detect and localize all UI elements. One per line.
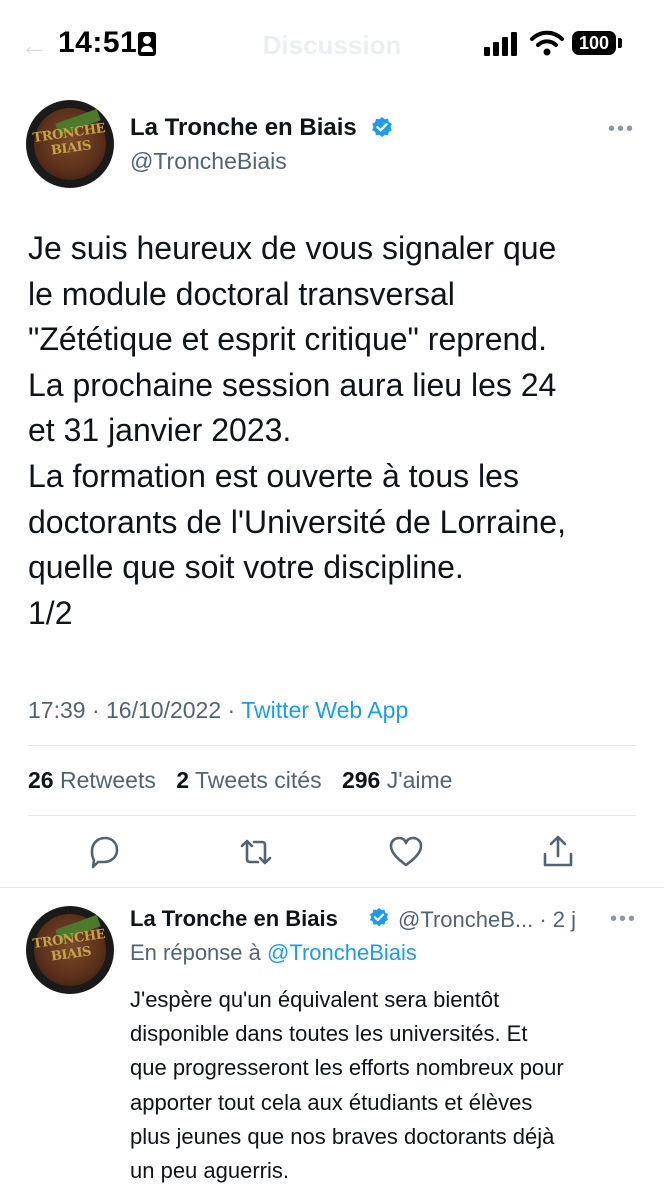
in-reply-mention-link[interactable]: @TroncheBiais [267,940,417,965]
more-options-icon[interactable]: ••• [608,118,635,141]
in-reply-prefix: En réponse à [130,940,261,965]
meta-separator: · [91,697,100,723]
author-avatar[interactable]: TRONCHE BIAIS [26,100,114,188]
like-icon[interactable] [386,832,426,872]
quotes-label: Tweets cités [195,767,322,793]
tweet-date: 16/10/2022 [106,697,222,723]
tweet-text: Je suis heureux de vous signaler que le … [28,230,566,631]
reply-author-handle[interactable]: @TroncheB... · 2 j [398,907,576,933]
divider [0,887,664,888]
retweets-label: Retweets [59,767,156,793]
retweets-stat[interactable]: 26 Retweets [28,767,156,793]
likes-label: J'aime [386,767,453,793]
reply-author-name[interactable]: La Tronche en Biais [130,906,338,932]
battery-icon: 100 [572,31,616,55]
reply-text: J'espère qu'un équivalent sera bientôt d… [130,987,564,1184]
reply-handle-text: @TroncheB... [398,907,534,932]
reply-icon[interactable] [84,832,124,872]
tweet-source-link[interactable]: Twitter Web App [241,697,408,723]
quotes-count: 2 [176,767,190,793]
retweet-icon[interactable] [236,832,276,872]
status-bar: ← 14:51 Discussion 100 [0,0,664,92]
likes-count: 296 [341,767,381,793]
reply-age: · 2 j [539,907,577,932]
author-name[interactable]: La Tronche en Biais [130,114,357,142]
share-icon[interactable] [538,832,578,872]
quotes-stat[interactable]: 2 Tweets cités [176,767,321,793]
tweet-stats: 26 Retweets 2 Tweets cités 296 J'aime [28,767,452,794]
divider [28,745,636,746]
tweet-meta: 17:39 · 16/10/2022 · Twitter Web App [28,697,408,724]
verified-badge-icon [370,907,388,927]
reply-more-options-icon[interactable]: ••• [610,908,637,931]
meta-separator: · [227,697,236,723]
author-handle[interactable]: @TroncheBiais [130,148,287,175]
verified-badge-icon [372,117,392,137]
reply-author-avatar[interactable]: TRONCHE BIAIS [26,906,114,994]
tweet-time: 17:39 [28,697,86,723]
in-reply-to: En réponse à @TroncheBiais [130,940,417,966]
battery-tip [618,38,622,48]
divider [28,815,636,816]
cellular-signal-icon [484,32,520,56]
retweets-count: 26 [28,767,54,793]
likes-stat[interactable]: 296 J'aime [342,767,453,793]
page-title: Discussion [262,30,402,60]
wifi-icon [530,30,564,56]
